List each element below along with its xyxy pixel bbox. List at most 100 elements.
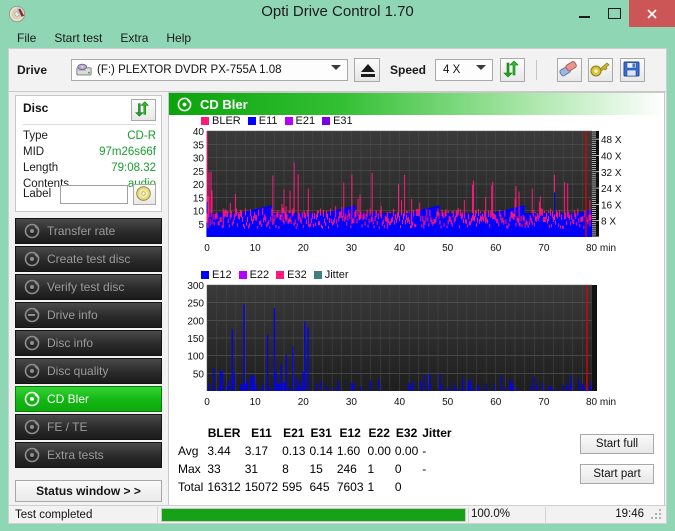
drive-info-icon bbox=[24, 307, 40, 323]
disc-burn-icon bbox=[24, 251, 40, 267]
maximize-button[interactable] bbox=[599, 0, 629, 27]
svg-text:70: 70 bbox=[538, 397, 550, 408]
start-full-button[interactable]: Start full bbox=[580, 434, 654, 454]
sidebar-label: Verify test disc bbox=[47, 280, 125, 294]
disc-label-button[interactable] bbox=[133, 184, 156, 205]
speed-select[interactable]: 4 X bbox=[435, 59, 493, 81]
gold-key-icon bbox=[590, 62, 610, 77]
table-row: Max 33 31 8 15 246 1 0 - bbox=[177, 461, 453, 477]
stats-col-e12: E12 bbox=[339, 426, 361, 440]
sidebar-item-extra-tests[interactable]: Extra tests bbox=[15, 442, 162, 468]
settings-button[interactable] bbox=[588, 58, 613, 82]
disc-info-panel: Disc Type CD-R MID 97m26s66f Length 79:0… bbox=[15, 95, 162, 212]
minimize-button[interactable] bbox=[569, 0, 599, 27]
toolbar-separator bbox=[536, 60, 537, 80]
svg-text:10: 10 bbox=[250, 397, 262, 408]
drive-select[interactable]: (F:) PLEXTOR DVDR PX-755A 1.08 bbox=[71, 59, 348, 81]
disc-type-label: Type bbox=[23, 130, 48, 142]
disc-panel-divider bbox=[23, 124, 156, 125]
menu-item-start-test[interactable]: Start test bbox=[45, 28, 111, 48]
stats-col-jitter: Jitter bbox=[422, 426, 452, 440]
stats-cell: 33 bbox=[207, 462, 221, 476]
sidebar-item-create-test-disc[interactable]: Create test disc bbox=[15, 246, 162, 272]
stats-cell: 8 bbox=[282, 462, 289, 476]
refresh-button[interactable] bbox=[500, 58, 525, 82]
refresh-arrows-icon bbox=[503, 60, 519, 78]
svg-text:20: 20 bbox=[193, 180, 205, 191]
stats-cell: 3.44 bbox=[207, 444, 231, 458]
svg-text:50: 50 bbox=[442, 397, 454, 408]
sidebar-item-drive-info[interactable]: Drive info bbox=[15, 302, 162, 328]
menu-item-file[interactable]: File bbox=[8, 28, 45, 48]
speed-value: 4 X bbox=[443, 64, 461, 76]
sidebar-label: Create test disc bbox=[47, 252, 131, 266]
save-button[interactable] bbox=[620, 58, 645, 82]
disc-quality-icon bbox=[24, 363, 40, 379]
stats-cell: 246 bbox=[336, 462, 357, 476]
chart1-canvas: 5 10 15 20 25 30 35 40 8 X 16 X 24 X 32 X 40 X 48 X 0 1… bbox=[193, 127, 622, 254]
disc-refresh-button[interactable] bbox=[131, 99, 156, 121]
stats-col-e21: E21 bbox=[283, 426, 305, 440]
menu-item-help[interactable]: Help bbox=[157, 28, 200, 48]
stats-cell: 1.60 bbox=[336, 444, 361, 458]
disc-label-input[interactable] bbox=[60, 185, 128, 204]
start-part-button[interactable]: Start part bbox=[580, 464, 654, 484]
app-window: Opti Drive Control 1.70 File Start test … bbox=[0, 0, 675, 531]
disc-verify-icon bbox=[24, 279, 40, 295]
svg-text:48 X: 48 X bbox=[601, 135, 622, 146]
svg-text:5: 5 bbox=[198, 220, 204, 231]
status-window-button[interactable]: Status window > > bbox=[15, 480, 162, 502]
resize-grip[interactable] bbox=[651, 509, 663, 521]
disc-panel-title: Disc bbox=[23, 101, 49, 115]
drive-value: (F:) PLEXTOR DVDR PX-755A 1.08 bbox=[97, 64, 282, 76]
stats-cell: 15072 bbox=[244, 480, 279, 494]
sidebar-item-cd-bler[interactable]: CD Bler bbox=[15, 386, 162, 412]
svg-text:200: 200 bbox=[187, 316, 204, 327]
erase-button[interactable] bbox=[557, 58, 582, 82]
panel-title: CD Bler bbox=[200, 96, 248, 112]
svg-text:20: 20 bbox=[298, 397, 310, 408]
svg-text:40: 40 bbox=[394, 243, 406, 254]
stats-row-label: Avg bbox=[178, 444, 199, 458]
stats-cell: 3.17 bbox=[244, 444, 269, 458]
floppy-save-icon bbox=[623, 61, 640, 77]
svg-text:30: 30 bbox=[193, 154, 205, 165]
stats-cell bbox=[421, 479, 452, 495]
svg-text:80 min: 80 min bbox=[586, 397, 616, 408]
drive-label: Drive bbox=[17, 63, 48, 77]
svg-text:60: 60 bbox=[490, 397, 502, 408]
sidebar-label: CD Bler bbox=[47, 392, 90, 406]
svg-text:15: 15 bbox=[193, 193, 205, 204]
stats-cell: - bbox=[422, 444, 427, 458]
disc-label-caption: Label bbox=[23, 188, 52, 200]
svg-text:0: 0 bbox=[204, 397, 210, 408]
svg-text:40 X: 40 X bbox=[601, 151, 622, 162]
extra-tests-icon bbox=[24, 447, 40, 463]
svg-text:0: 0 bbox=[204, 243, 210, 254]
stats-cell: 1 bbox=[367, 480, 375, 494]
eject-button[interactable] bbox=[354, 58, 380, 82]
sidebar-item-disc-info[interactable]: Disc info bbox=[15, 330, 162, 356]
svg-text:70: 70 bbox=[538, 243, 550, 254]
status-message: Test completed bbox=[15, 508, 93, 521]
cd-disc-icon bbox=[136, 186, 151, 201]
sidebar-label: Extra tests bbox=[47, 448, 104, 462]
close-button[interactable] bbox=[629, 0, 675, 27]
svg-text:32 X: 32 X bbox=[601, 168, 622, 179]
sidebar-item-transfer-rate[interactable]: Transfer rate bbox=[15, 218, 162, 244]
sidebar-item-verify-test-disc[interactable]: Verify test disc bbox=[15, 274, 162, 300]
menu-item-extra[interactable]: Extra bbox=[111, 28, 157, 48]
sidebar-item-fe-te[interactable]: FE / TE bbox=[15, 414, 162, 440]
svg-text:24 X: 24 X bbox=[601, 184, 622, 195]
disc-row-type: Type CD-R bbox=[23, 130, 156, 146]
drive-toolbar: Drive (F:) PLEXTOR DVDR PX-755A 1.08 Spe… bbox=[9, 49, 666, 92]
svg-text:60: 60 bbox=[490, 243, 502, 254]
svg-text:10: 10 bbox=[250, 243, 262, 254]
status-time: 19:46 bbox=[615, 508, 644, 520]
sidebar-item-disc-quality[interactable]: Disc quality bbox=[15, 358, 162, 384]
eject-icon bbox=[361, 64, 375, 72]
title-bar: Opti Drive Control 1.70 bbox=[0, 0, 675, 27]
stats-cell: 0.13 bbox=[282, 444, 306, 458]
sidebar-label: FE / TE bbox=[47, 420, 88, 434]
stats-cell: 0 bbox=[394, 480, 402, 494]
